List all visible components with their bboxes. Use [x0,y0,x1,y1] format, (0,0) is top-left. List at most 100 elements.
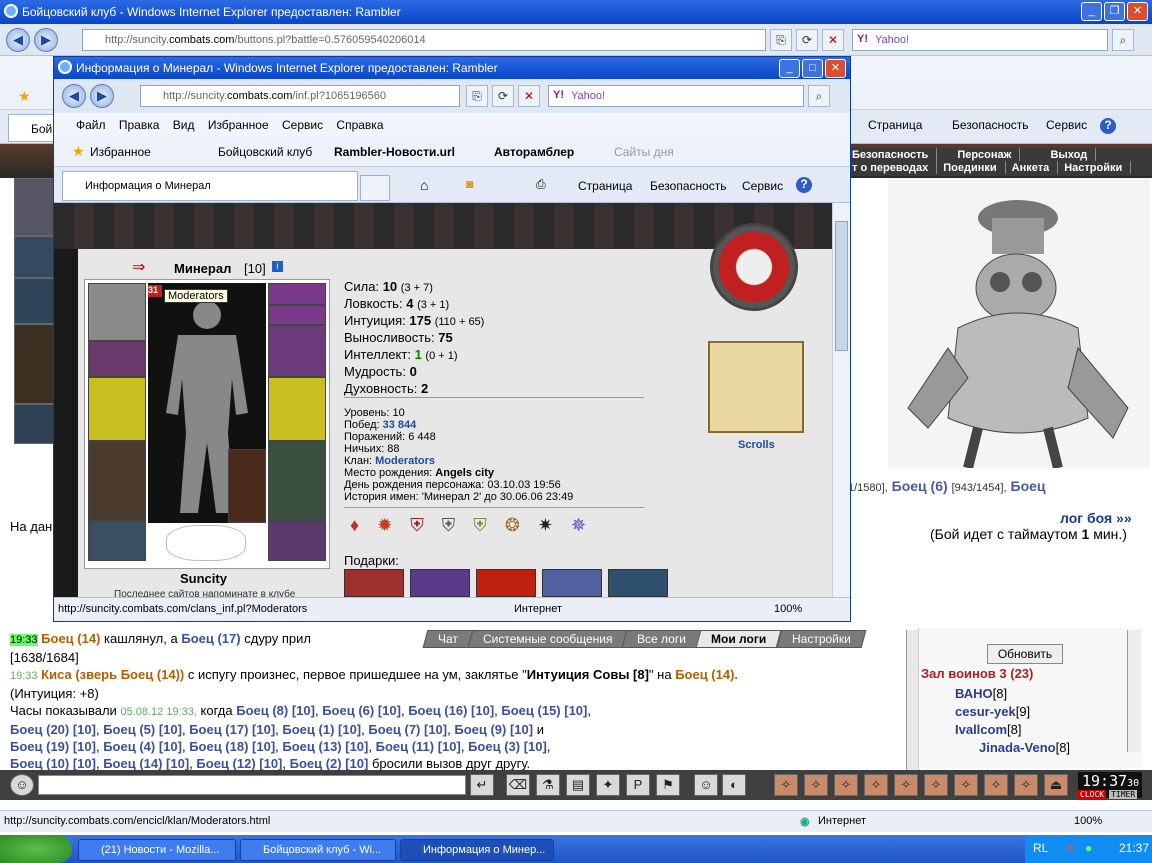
clan-link[interactable]: Moderators [375,455,435,467]
menu-favorites[interactable]: Избранное [208,118,269,132]
menu-exit[interactable]: Выход [1020,148,1097,161]
home-icon[interactable]: ⌂ [420,177,428,193]
medal-icon[interactable]: ♦ [350,515,359,536]
clan-fist-icon[interactable] [710,223,798,311]
popup-scrollbar[interactable] [832,203,850,597]
clan-icon[interactable]: ⚑ [656,774,680,796]
save-icon[interactable]: ▤ [566,774,590,796]
menu-file[interactable]: Файл [76,118,106,132]
rss-icon[interactable]: ◙ [466,177,473,191]
help-icon[interactable]: ? [796,177,812,193]
shield-icon[interactable]: ⛨ [410,515,424,536]
forward-icon[interactable]: ▶ [90,84,114,108]
boots-slot[interactable] [268,521,326,561]
star-badge-icon[interactable]: ✵ [571,515,586,536]
arrow-icon[interactable]: ⇒ [132,257,145,277]
ring-slot[interactable] [88,341,146,377]
action-icon[interactable]: ✧ [1014,774,1038,796]
search-icon[interactable]: ⌕ [1112,29,1134,51]
menu-edit[interactable]: Правка [119,118,160,132]
tools-menu[interactable]: Сервис [1046,118,1087,132]
send-icon[interactable]: ↵ [470,774,494,796]
item-slot[interactable] [268,305,326,325]
star-icon[interactable]: ★ [72,143,85,160]
fav-link-sites[interactable]: Сайты дня [614,145,674,159]
minimize-button[interactable]: _ [1081,2,1102,21]
help-icon[interactable]: ? [1100,118,1116,134]
user-row[interactable]: ВАНО[8] [955,686,1007,701]
star-icon[interactable]: ★ [18,88,31,105]
scroll-book-icon[interactable] [708,341,804,433]
compat-icon[interactable]: ⎘ [770,29,792,51]
fighter-link[interactable]: Боец (6) [892,478,948,494]
gift-item[interactable] [476,569,536,597]
menu-tools[interactable]: Сервис [282,118,323,132]
helmet-icon[interactable]: ◐ [722,774,746,796]
task-firefox[interactable]: (21) Новости - Mozilla... [78,839,236,861]
bag-icon[interactable]: ❂ [505,515,520,536]
menu-character[interactable]: Персонаж [937,148,1021,161]
start-button[interactable] [0,835,72,863]
search-input[interactable]: Yahoo! [852,29,1108,51]
user-row[interactable]: cesur-yek[9] [955,704,1030,719]
compat-icon[interactable]: ⎘ [466,85,488,107]
speaker-icon[interactable]: ☺ [10,774,34,796]
private-icon[interactable]: P [626,774,650,796]
action-icon[interactable]: ✧ [834,774,858,796]
info-icon[interactable]: i [272,261,283,272]
tab-all-logs[interactable]: Все логи [622,630,702,648]
legs-slot[interactable] [268,441,326,521]
status-zoom[interactable]: 100% [1074,815,1102,827]
fav-link-club[interactable]: Бойцовский клуб [218,145,312,159]
scroll-thumb[interactable] [835,221,848,351]
flower-icon[interactable]: ✹ [377,515,392,536]
restore-button[interactable]: ❐ [1104,2,1125,21]
popup-maximize-button[interactable]: □ [802,59,823,78]
menu-view[interactable]: Вид [173,118,195,132]
shield-icon[interactable]: ⛨ [473,515,487,536]
tools-menu[interactable]: Сервис [742,179,783,193]
menu-security[interactable]: Безопасность [846,148,938,161]
popup-tab[interactable]: Информация о Минерал [62,171,358,201]
task-club[interactable]: Бойцовский клуб - Wi... [240,839,396,861]
tab-system[interactable]: Системные сообщения [467,630,628,648]
item-slot[interactable] [14,236,54,278]
bomb-icon[interactable]: ✷ [538,515,553,536]
popup-close-button[interactable]: ✕ [825,59,846,78]
item-slot[interactable] [268,283,326,305]
action-icon[interactable]: ✧ [984,774,1008,796]
menu-settings[interactable]: Настройки [1058,161,1132,174]
action-icon[interactable]: ✧ [864,774,888,796]
gift-item[interactable] [542,569,602,597]
tab-my-logs[interactable]: Мои логи [695,630,782,648]
fav-link-news[interactable]: Rambler-Новости.url [334,145,455,159]
refresh-button[interactable]: Обновить [987,644,1063,664]
tray-icon[interactable]: ✕ [1065,841,1075,855]
scrolls-link[interactable]: Scrolls [738,439,775,451]
gift-item[interactable] [344,569,404,597]
close-button[interactable]: ✕ [1127,2,1148,21]
room-scrollbar[interactable] [1127,630,1141,752]
tab-chat[interactable]: Чат [422,630,474,648]
forward-icon[interactable]: ▶ [34,28,58,52]
action-icon[interactable]: ✧ [954,774,978,796]
stop-icon[interactable]: ✕ [518,85,540,107]
action-icon[interactable]: ✧ [924,774,948,796]
armor-slot[interactable] [88,441,146,521]
exit-icon[interactable]: ⏏ [1044,774,1068,796]
clock-label[interactable]: CLOCK [1078,790,1107,799]
action-icon[interactable]: ✧ [894,774,918,796]
gift-item[interactable] [410,569,470,597]
refresh-icon[interactable]: ⟳ [796,29,818,51]
safety-menu[interactable]: Безопасность [952,118,1029,132]
item-slot[interactable] [268,325,326,377]
address-input[interactable]: http://suncity.combats.com/buttons.pl?ba… [82,29,766,51]
popup-zoom[interactable]: 100% [774,603,802,615]
popup-search-input[interactable]: Yahoo! [548,85,804,107]
action-icon[interactable]: ✧ [774,774,798,796]
menu-profile[interactable]: Анкета [1006,161,1059,174]
fighter-icon[interactable]: ✦ [596,774,620,796]
eraser-icon[interactable]: ⌫ [506,774,530,796]
item-slot[interactable] [14,404,54,444]
user-row[interactable]: Ivallcom[8] [955,722,1022,737]
